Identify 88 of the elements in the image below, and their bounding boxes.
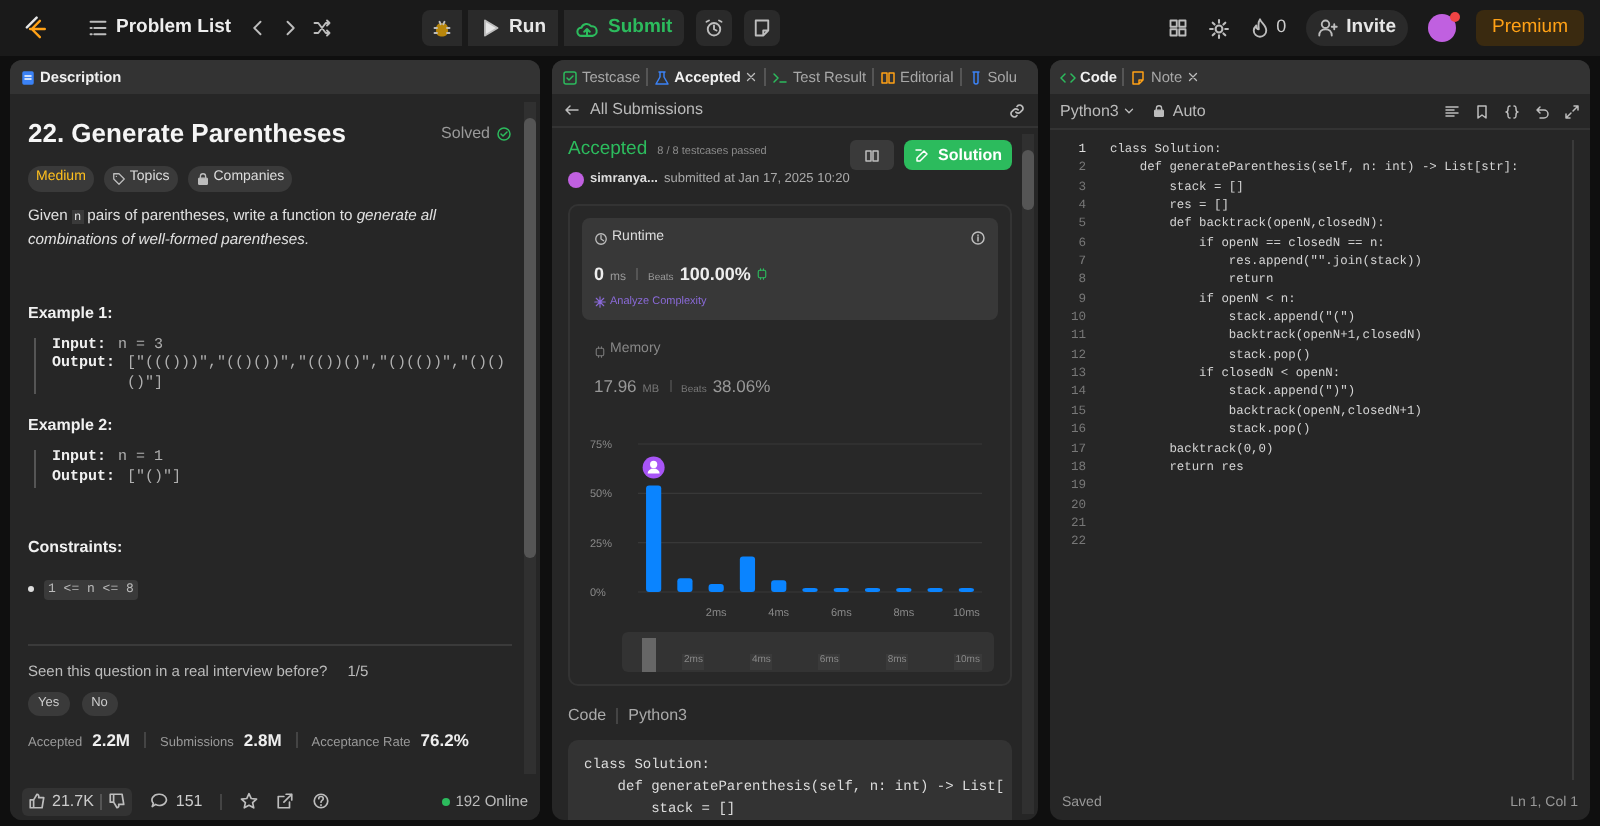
mode-button[interactable]: Auto [1152, 99, 1206, 123]
expand-icon[interactable] [1564, 103, 1580, 119]
premium-button[interactable]: Premium [1475, 10, 1584, 46]
bug-icon [431, 18, 452, 38]
chart-bar [739, 555, 756, 591]
beaker-icon [967, 69, 984, 85]
note-icon [752, 18, 773, 38]
arrow-left-icon [564, 102, 580, 118]
edit-icon [914, 147, 930, 163]
shuffle-icon[interactable] [311, 18, 332, 38]
problem-title: 22. Generate Parentheses [28, 116, 346, 152]
runtime-value: 0 [594, 261, 605, 287]
thumbs-up-icon [28, 792, 46, 810]
memory-beats: 38.06% [712, 373, 771, 399]
terminal-icon [772, 69, 789, 85]
settings-icon[interactable] [1208, 17, 1231, 39]
streak-button[interactable]: 0 [1250, 14, 1287, 42]
document-icon [20, 69, 36, 85]
bookmark-icon[interactable] [1474, 103, 1490, 119]
comment-icon [149, 792, 168, 810]
code-label: Code [568, 703, 607, 727]
notes-button[interactable] [744, 10, 781, 46]
code-icon [1060, 69, 1076, 85]
overview-bar [642, 637, 656, 671]
undo-icon[interactable] [1534, 103, 1550, 119]
note-icon [1130, 69, 1147, 85]
flask-icon [654, 69, 671, 85]
chip-icon [756, 267, 769, 279]
memory-value: 17.96 [594, 373, 637, 399]
language-selector[interactable]: Python3 [1060, 99, 1137, 123]
solved-status: Solved [441, 121, 512, 146]
bullet-icon [28, 586, 34, 593]
chart-bar [708, 583, 724, 591]
chart-bar [646, 484, 662, 591]
book-icon [864, 147, 880, 163]
invite-button[interactable]: Invite [1306, 10, 1408, 46]
scrollbar[interactable] [524, 102, 536, 774]
logo-icon[interactable] [22, 15, 48, 41]
add-user-icon [1318, 18, 1339, 38]
close-icon[interactable] [1186, 70, 1201, 84]
submit-button[interactable]: Submit [564, 10, 685, 46]
verdict: Accepted [568, 136, 648, 164]
check-circle-icon [496, 125, 512, 142]
clock-icon [594, 231, 608, 246]
example-heading: Example 2: [28, 414, 115, 438]
layout-grid-icon[interactable] [1168, 18, 1189, 38]
link-icon[interactable] [1008, 101, 1026, 119]
problem-list-button[interactable]: Problem List [88, 13, 232, 43]
share-icon[interactable] [276, 792, 295, 810]
upload-cloud-icon [576, 17, 599, 39]
sparkle-icon [594, 296, 606, 309]
example-heading: Example 1: [28, 301, 115, 325]
runtime-beats: 100.00% [679, 261, 751, 287]
all-submissions-link[interactable]: All Submissions [564, 98, 703, 122]
list-icon [88, 18, 108, 38]
stat-value: 76.2% [420, 728, 469, 754]
constraints-heading: Constraints: [28, 536, 125, 560]
caret-icon [1122, 104, 1137, 118]
lock-icon [1152, 104, 1167, 118]
debug-button[interactable] [421, 10, 462, 46]
chip-icon [594, 345, 606, 357]
book-icon [880, 69, 897, 85]
avatar[interactable] [1427, 14, 1456, 42]
run-button[interactable]: Run [467, 10, 559, 46]
star-icon[interactable] [240, 792, 259, 810]
format-icon[interactable] [1444, 103, 1460, 119]
editor-view-button[interactable] [850, 140, 894, 170]
info-icon[interactable] [970, 230, 986, 247]
lock-icon [195, 171, 210, 185]
stat-value: 2.8M [243, 728, 282, 754]
braces-icon[interactable] [1504, 103, 1520, 119]
comments-button[interactable]: 151 [149, 789, 203, 813]
help-icon[interactable] [312, 792, 331, 810]
scrollbar[interactable] [1022, 134, 1034, 814]
user-avatar-icon [642, 455, 665, 478]
chart-bar [677, 577, 693, 591]
flame-icon [1250, 18, 1271, 38]
language-label: Python3 [628, 703, 687, 727]
play-icon [479, 18, 500, 38]
tag-icon [111, 171, 126, 185]
chart-bar [771, 579, 787, 591]
alarm-clock-icon [704, 18, 725, 38]
thumbs-down-icon[interactable] [107, 792, 126, 810]
checkbox-icon [562, 69, 578, 85]
close-icon[interactable] [744, 70, 759, 84]
timer-button[interactable] [696, 10, 733, 46]
stat-value: 2.2M [92, 728, 131, 754]
user-avatar [568, 172, 584, 189]
